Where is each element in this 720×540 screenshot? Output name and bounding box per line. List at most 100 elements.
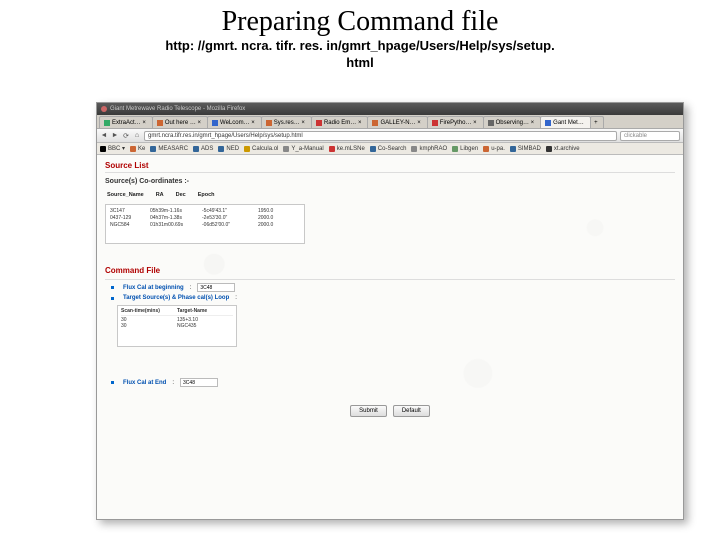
address-bar[interactable]: gmrt.ncra.tifr.res.in/gmrt_hpage/Users/H… xyxy=(144,131,617,141)
loop-label: Target Source(s) & Phase cal(s) Loop xyxy=(123,295,229,301)
button-row: Submit Default xyxy=(105,405,675,417)
bookmark-label: xt.archive xyxy=(554,146,580,152)
bookmark-item[interactable]: ke.mLSNe xyxy=(329,146,365,152)
tab-favicon xyxy=(488,120,494,126)
divider xyxy=(105,279,675,280)
tab-label: WeLcom… × xyxy=(220,120,255,126)
command-file-heading: Command File xyxy=(105,266,675,275)
bookmark-label: Co-Search xyxy=(378,146,407,152)
bookmark-icon xyxy=(483,146,489,152)
tab-favicon xyxy=(104,120,110,126)
bookmark-label: Libgen xyxy=(460,146,478,152)
bookmark-icon xyxy=(150,146,156,152)
coord-row: NGC58401h31m00.69s-06d52'00.0"2000.0 xyxy=(110,222,300,229)
bookmark-label: u-pa. xyxy=(491,146,505,152)
default-button[interactable]: Default xyxy=(393,405,430,417)
tab-favicon xyxy=(432,120,438,126)
bookmark-label: ke.mLSNe xyxy=(337,146,365,152)
tab-favicon xyxy=(372,120,378,126)
tab-favicon xyxy=(212,120,218,126)
target-loop-row: Target Source(s) & Phase cal(s) Loop : xyxy=(111,295,675,301)
bookmark-item[interactable]: kmphRAO xyxy=(411,146,447,152)
tab-label: FirePytho… × xyxy=(440,120,477,126)
browser-tab-active[interactable]: Gant Met… xyxy=(540,116,591,128)
coord-row: 0437-12904h37m-1.38s-2e53'30.0"2000.0 xyxy=(110,215,300,222)
bookmark-icon xyxy=(329,146,335,152)
colon: : xyxy=(190,285,192,291)
bookmark-item[interactable]: ADS xyxy=(193,146,213,152)
browser-tab[interactable]: ExtraAct… × xyxy=(99,116,153,128)
tab-favicon xyxy=(545,120,551,126)
coord-header-table: Source_Name RA Dec Epoch xyxy=(105,189,227,202)
forward-button[interactable]: ► xyxy=(111,132,119,140)
col-epoch: Epoch xyxy=(198,191,225,200)
browser-tab[interactable]: Out here … × xyxy=(152,116,208,128)
home-button[interactable]: ⌂ xyxy=(133,132,141,140)
bookmark-label: Ke xyxy=(138,146,145,152)
url-line-2: html xyxy=(346,55,373,70)
browser-tab[interactable]: WeLcom… × xyxy=(207,116,262,128)
submit-button[interactable]: Submit xyxy=(350,405,387,417)
loop-textarea[interactable]: Scan-time(mins)Target-Name 30135+3.10 30… xyxy=(117,305,237,347)
bookmark-icon xyxy=(193,146,199,152)
browser-tab[interactable]: Observing… × xyxy=(483,116,542,128)
tab-strip: ExtraAct… × Out here … × WeLcom… × Sys.r… xyxy=(97,115,683,129)
bookmark-item[interactable]: Libgen xyxy=(452,146,478,152)
loop-header: Scan-time(mins)Target-Name xyxy=(121,308,233,316)
col-source-name: Source_Name xyxy=(107,191,154,200)
slide-url: http: //gmrt. ncra. tifr. res. in/gmrt_h… xyxy=(0,38,720,76)
browser-tab[interactable]: FirePytho… × xyxy=(427,116,484,128)
flux-begin-label: Flux Cal at beginning xyxy=(123,285,184,291)
bookmark-label: MEASARC xyxy=(158,146,188,152)
bookmarks-bar: BBC ▾ Ke MEASARC ADS NED Calcula.ol Y_a-… xyxy=(97,143,683,155)
tab-label: Sys.res… × xyxy=(274,120,305,126)
col-ra: RA xyxy=(156,191,174,200)
source-list-heading: Source List xyxy=(105,161,675,170)
flux-cal-end-row: Flux Cal at End : 3C48 xyxy=(111,378,675,387)
bullet-icon xyxy=(111,297,114,300)
coords-subheading: Source(s) Co-ordinates :- xyxy=(105,178,675,185)
coord-row: 3C14705h39m-1.16s-5c49'43.1"1950.0 xyxy=(110,208,300,215)
flux-end-input[interactable]: 3C48 xyxy=(180,378,218,387)
bookmark-item[interactable]: Co-Search xyxy=(370,146,407,152)
browser-tab[interactable]: Radio Em… × xyxy=(311,116,369,128)
bookmark-item[interactable]: Y_a-Manual xyxy=(283,146,323,152)
bookmark-label: BBC ▾ xyxy=(108,145,125,152)
firefox-icon xyxy=(101,106,107,112)
browser-tab[interactable]: Sys.res… × xyxy=(261,116,312,128)
url-text: gmrt.ncra.tifr.res.in/gmrt_hpage/Users/H… xyxy=(148,133,303,139)
bookmark-icon xyxy=(411,146,417,152)
page-content: Source List Source(s) Co-ordinates :- So… xyxy=(97,155,683,519)
tab-favicon xyxy=(316,120,322,126)
bookmark-label: ADS xyxy=(201,146,213,152)
bookmark-icon xyxy=(452,146,458,152)
bookmark-item[interactable]: Ke xyxy=(130,146,145,152)
bookmark-item[interactable]: BBC ▾ xyxy=(100,145,125,152)
url-line-1: http: //gmrt. ncra. tifr. res. in/gmrt_h… xyxy=(165,38,554,53)
bookmark-item[interactable]: xt.archive xyxy=(546,146,580,152)
tab-label: Out here … × xyxy=(165,120,201,126)
bookmark-label: Y_a-Manual xyxy=(291,146,323,152)
flux-cal-begin-row: Flux Cal at beginning : 3C48 xyxy=(111,283,675,292)
bookmark-item[interactable]: SIMBAD xyxy=(510,146,541,152)
bullet-icon xyxy=(111,381,114,384)
colon: : xyxy=(172,380,174,386)
bookmark-item[interactable]: Calcula.ol xyxy=(244,146,278,152)
bookmark-item[interactable]: u-pa. xyxy=(483,146,505,152)
nav-toolbar: ◄ ► ⟳ ⌂ gmrt.ncra.tifr.res.in/gmrt_hpage… xyxy=(97,129,683,143)
search-box[interactable]: clickable xyxy=(620,131,680,141)
back-button[interactable]: ◄ xyxy=(100,132,108,140)
tab-label: Gant Met… xyxy=(553,120,584,126)
reload-button[interactable]: ⟳ xyxy=(122,132,130,140)
bookmark-icon xyxy=(244,146,250,152)
bookmark-label: SIMBAD xyxy=(518,146,541,152)
bookmark-item[interactable]: NED xyxy=(218,146,239,152)
flux-begin-input[interactable]: 3C48 xyxy=(197,283,235,292)
bullet-icon xyxy=(111,286,114,289)
bookmark-item[interactable]: MEASARC xyxy=(150,146,188,152)
source-coords-textarea[interactable]: 3C14705h39m-1.16s-5c49'43.1"1950.0 0437-… xyxy=(105,204,305,244)
bookmark-icon xyxy=(100,146,106,152)
browser-tab[interactable]: GALLEY-N… × xyxy=(367,116,427,128)
browser-window: Giant Metrewave Radio Telescope - Mozill… xyxy=(96,102,684,520)
new-tab-button[interactable]: + xyxy=(590,116,604,128)
